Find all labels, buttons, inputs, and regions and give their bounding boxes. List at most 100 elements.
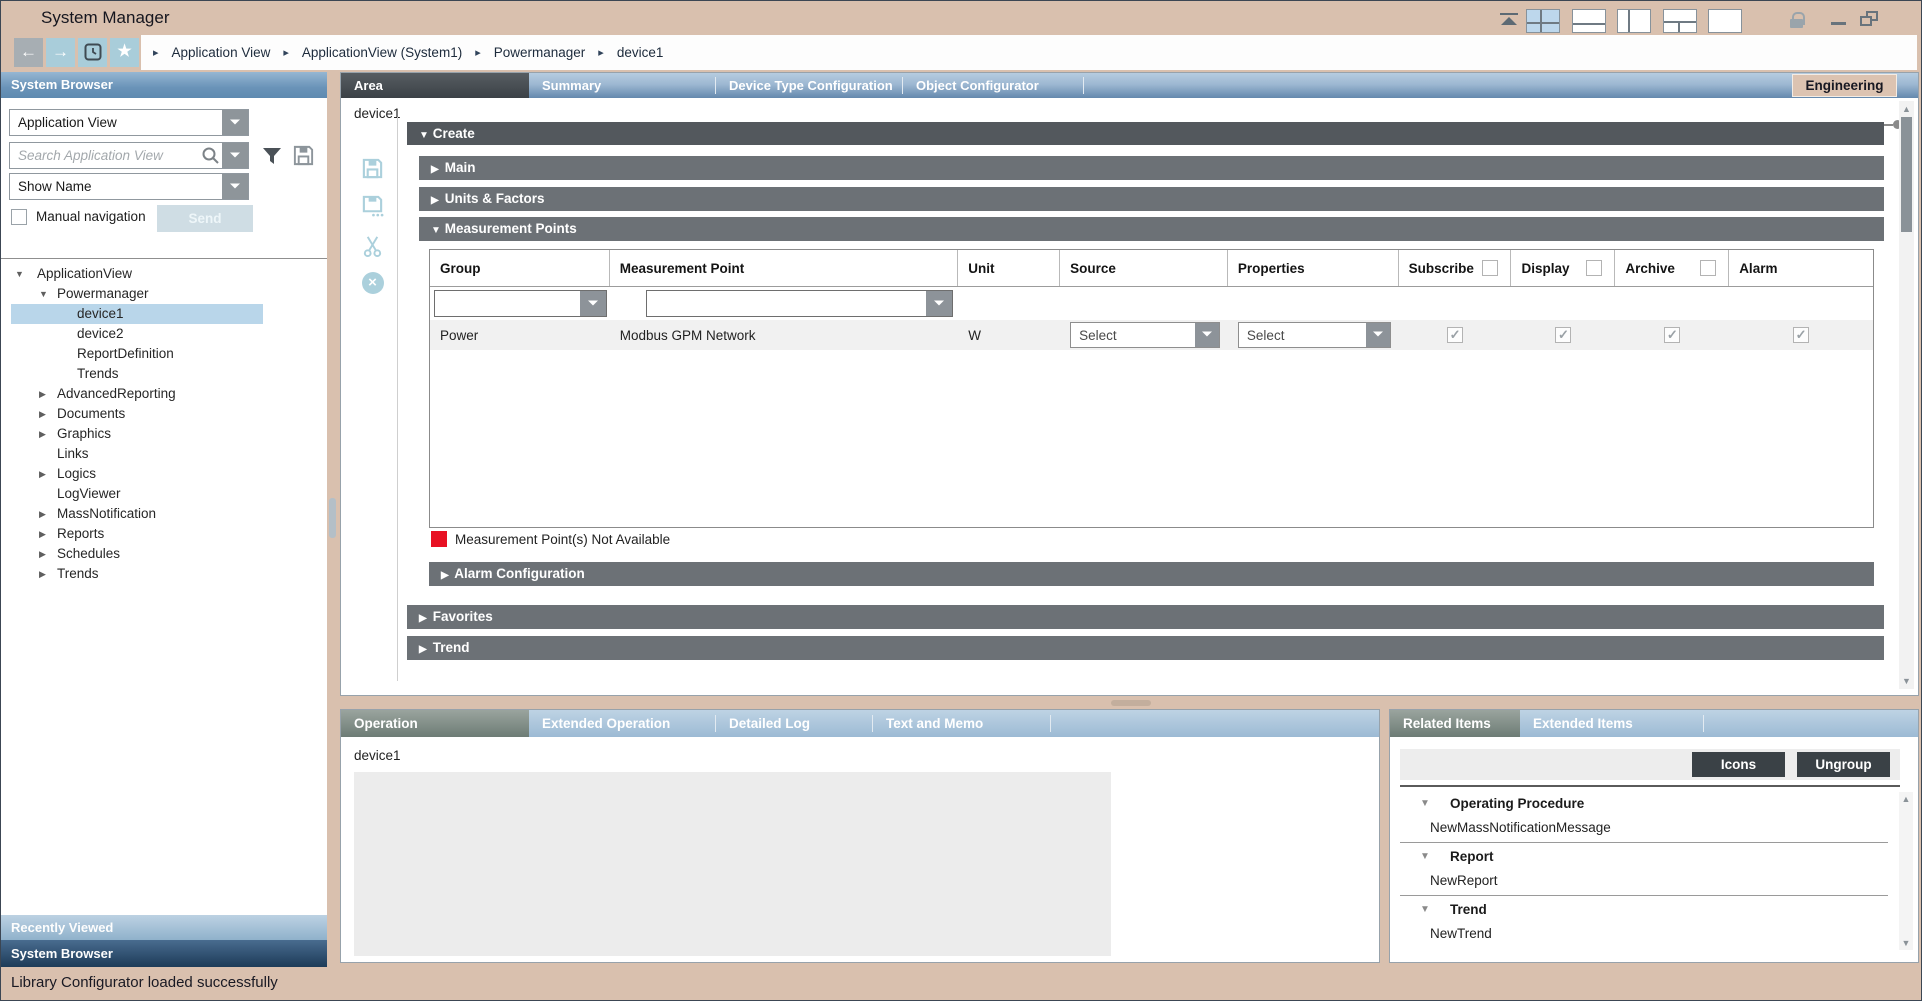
scroll-down-icon[interactable]: ▼ <box>1899 937 1913 949</box>
layout-split-pane-button[interactable] <box>1663 9 1697 33</box>
display-checkbox[interactable]: ✓ <box>1512 327 1616 343</box>
section-units-factors[interactable]: ▶ Units & Factors <box>419 187 1884 211</box>
favorites-button[interactable]: ★ <box>110 38 139 67</box>
tree-item-advancedreporting[interactable]: ▶AdvancedReporting <box>1 384 327 404</box>
search-combo[interactable] <box>9 142 249 169</box>
source-select[interactable]: Select <box>1070 322 1220 348</box>
vertical-scrollbar[interactable]: ▲ ▼ <box>1899 792 1913 950</box>
cut-button[interactable] <box>360 235 385 260</box>
save-filter-icon[interactable] <box>292 144 315 167</box>
measurement-point-filter-combo[interactable] <box>646 290 953 317</box>
layout-single-pane-button[interactable] <box>1708 9 1742 33</box>
save-button[interactable] <box>360 157 385 182</box>
source-select[interactable]: Select <box>1060 322 1228 348</box>
tree-item-logics[interactable]: ▶Logics <box>1 464 327 484</box>
minimize-button[interactable] <box>1831 22 1846 25</box>
subscribe-checkbox[interactable]: ✓ <box>1447 327 1463 343</box>
section-main[interactable]: ▶ Main <box>419 156 1884 180</box>
layout-left-pane-button[interactable] <box>1617 9 1651 33</box>
layout-bottom-pane-button[interactable] <box>1572 9 1606 33</box>
ungroup-button[interactable]: Ungroup <box>1797 752 1890 777</box>
icons-button[interactable]: Icons <box>1692 752 1785 777</box>
tab-related-items[interactable]: Related Items <box>1390 710 1520 737</box>
scroll-down-icon[interactable]: ▼ <box>1899 675 1914 687</box>
properties-select[interactable]: Select <box>1228 322 1399 348</box>
tree-item-massnotification[interactable]: ▶MassNotification <box>1 504 327 524</box>
collapse-panel-icon[interactable] <box>1499 13 1519 25</box>
column-checkbox-archive[interactable] <box>1700 260 1716 276</box>
recently-viewed-bar[interactable]: Recently Viewed <box>1 914 327 940</box>
display-mode-select[interactable]: Show Name <box>9 173 249 200</box>
breadcrumb-item-application-view[interactable]: Application View <box>172 45 271 60</box>
manual-navigation-checkbox[interactable] <box>11 209 27 225</box>
tree-item-powermanager[interactable]: ▼Powermanager <box>1 284 327 304</box>
tab-summary[interactable]: Summary <box>529 73 715 98</box>
related-group-trend[interactable]: ▼Trend <box>1400 898 1888 922</box>
horizontal-splitter-handle[interactable] <box>1111 700 1151 706</box>
lock-icon[interactable] <box>1790 12 1803 28</box>
chevron-down-icon[interactable] <box>926 291 952 316</box>
back-button[interactable]: ← <box>14 38 43 67</box>
tree-item-reports[interactable]: ▶Reports <box>1 524 327 544</box>
related-item-newtrend[interactable]: NewTrend <box>1400 922 1888 946</box>
engineering-mode-button[interactable]: Engineering <box>1792 74 1897 97</box>
tree-item-applicationview[interactable]: ▼ApplicationView <box>1 264 327 284</box>
save-as-button[interactable] <box>360 194 385 219</box>
tab-object-configurator[interactable]: Object Configurator <box>903 73 1083 98</box>
section-create[interactable]: ▼ Create <box>407 122 1884 145</box>
properties-select[interactable]: Select <box>1238 322 1391 348</box>
related-group-operating-procedure[interactable]: ▼Operating Procedure <box>1400 792 1888 816</box>
tab-text-and-memo[interactable]: Text and Memo <box>873 710 1050 737</box>
cancel-button[interactable]: × <box>360 272 385 297</box>
display-checkbox[interactable]: ✓ <box>1555 327 1571 343</box>
tree-item-documents[interactable]: ▶Documents <box>1 404 327 424</box>
section-trend[interactable]: ▶ Trend <box>407 636 1884 660</box>
alarm-checkbox[interactable]: ✓ <box>1729 327 1873 343</box>
table-row[interactable]: PowerModbus GPM NetworkWSelectSelect✓✓✓✓ <box>430 320 1873 350</box>
breadcrumb-item-device1[interactable]: device1 <box>617 45 664 60</box>
filter-icon[interactable] <box>261 146 283 166</box>
chevron-down-icon[interactable] <box>222 110 248 135</box>
section-alarm-configuration[interactable]: ▶ Alarm Configuration <box>429 562 1874 586</box>
tab-extended-operation[interactable]: Extended Operation <box>529 710 715 737</box>
tab-operation[interactable]: Operation <box>341 710 529 737</box>
archive-checkbox[interactable]: ✓ <box>1615 327 1729 343</box>
chevron-down-icon[interactable] <box>580 291 606 316</box>
tree-item-schedules[interactable]: ▶Schedules <box>1 544 327 564</box>
tree-item-links[interactable]: Links <box>1 444 327 464</box>
history-button[interactable] <box>78 38 107 67</box>
scroll-up-icon[interactable]: ▲ <box>1899 793 1913 805</box>
tab-area[interactable]: Area <box>341 73 529 98</box>
view-select[interactable]: Application View <box>9 109 249 136</box>
archive-checkbox[interactable]: ✓ <box>1664 327 1680 343</box>
breadcrumb-item-applicationview-system1[interactable]: ApplicationView (System1) <box>302 45 462 60</box>
subscribe-checkbox[interactable]: ✓ <box>1399 327 1512 343</box>
tab-device-type-configuration[interactable]: Device Type Configuration <box>716 73 902 98</box>
scroll-up-icon[interactable]: ▲ <box>1899 103 1914 115</box>
section-favorites[interactable]: ▶ Favorites <box>407 605 1884 629</box>
related-group-report[interactable]: ▼Report <box>1400 845 1888 869</box>
related-item-newreport[interactable]: NewReport <box>1400 869 1888 893</box>
related-item-newmassnotificationmessage[interactable]: NewMassNotificationMessage <box>1400 816 1888 840</box>
send-button[interactable]: Send <box>157 205 253 232</box>
restore-button[interactable] <box>1860 11 1878 26</box>
breadcrumb-item-powermanager[interactable]: Powermanager <box>494 45 586 60</box>
tree-item-device1[interactable]: device1 <box>1 304 327 324</box>
layout-grid-button[interactable] <box>1526 9 1560 33</box>
chevron-down-icon[interactable] <box>1195 323 1219 347</box>
tree-item-device2[interactable]: device2 <box>1 324 327 344</box>
tree-item-logviewer[interactable]: LogViewer <box>1 484 327 504</box>
tree-item-reportdefinition[interactable]: ReportDefinition <box>1 344 327 364</box>
search-input[interactable] <box>10 148 200 163</box>
tab-extended-items[interactable]: Extended Items <box>1520 710 1703 737</box>
chevron-down-icon[interactable] <box>222 143 248 168</box>
chevron-down-icon[interactable] <box>222 174 248 199</box>
vertical-splitter-handle[interactable] <box>329 498 336 538</box>
scrollbar-thumb[interactable] <box>1901 117 1912 232</box>
tree-item-graphics[interactable]: ▶Graphics <box>1 424 327 444</box>
group-filter-combo[interactable] <box>434 290 607 317</box>
forward-button[interactable]: → <box>46 38 75 67</box>
tab-detailed-log[interactable]: Detailed Log <box>716 710 872 737</box>
system-browser-bar[interactable]: System Browser <box>1 940 327 967</box>
tree-item-trends[interactable]: Trends <box>1 364 327 384</box>
